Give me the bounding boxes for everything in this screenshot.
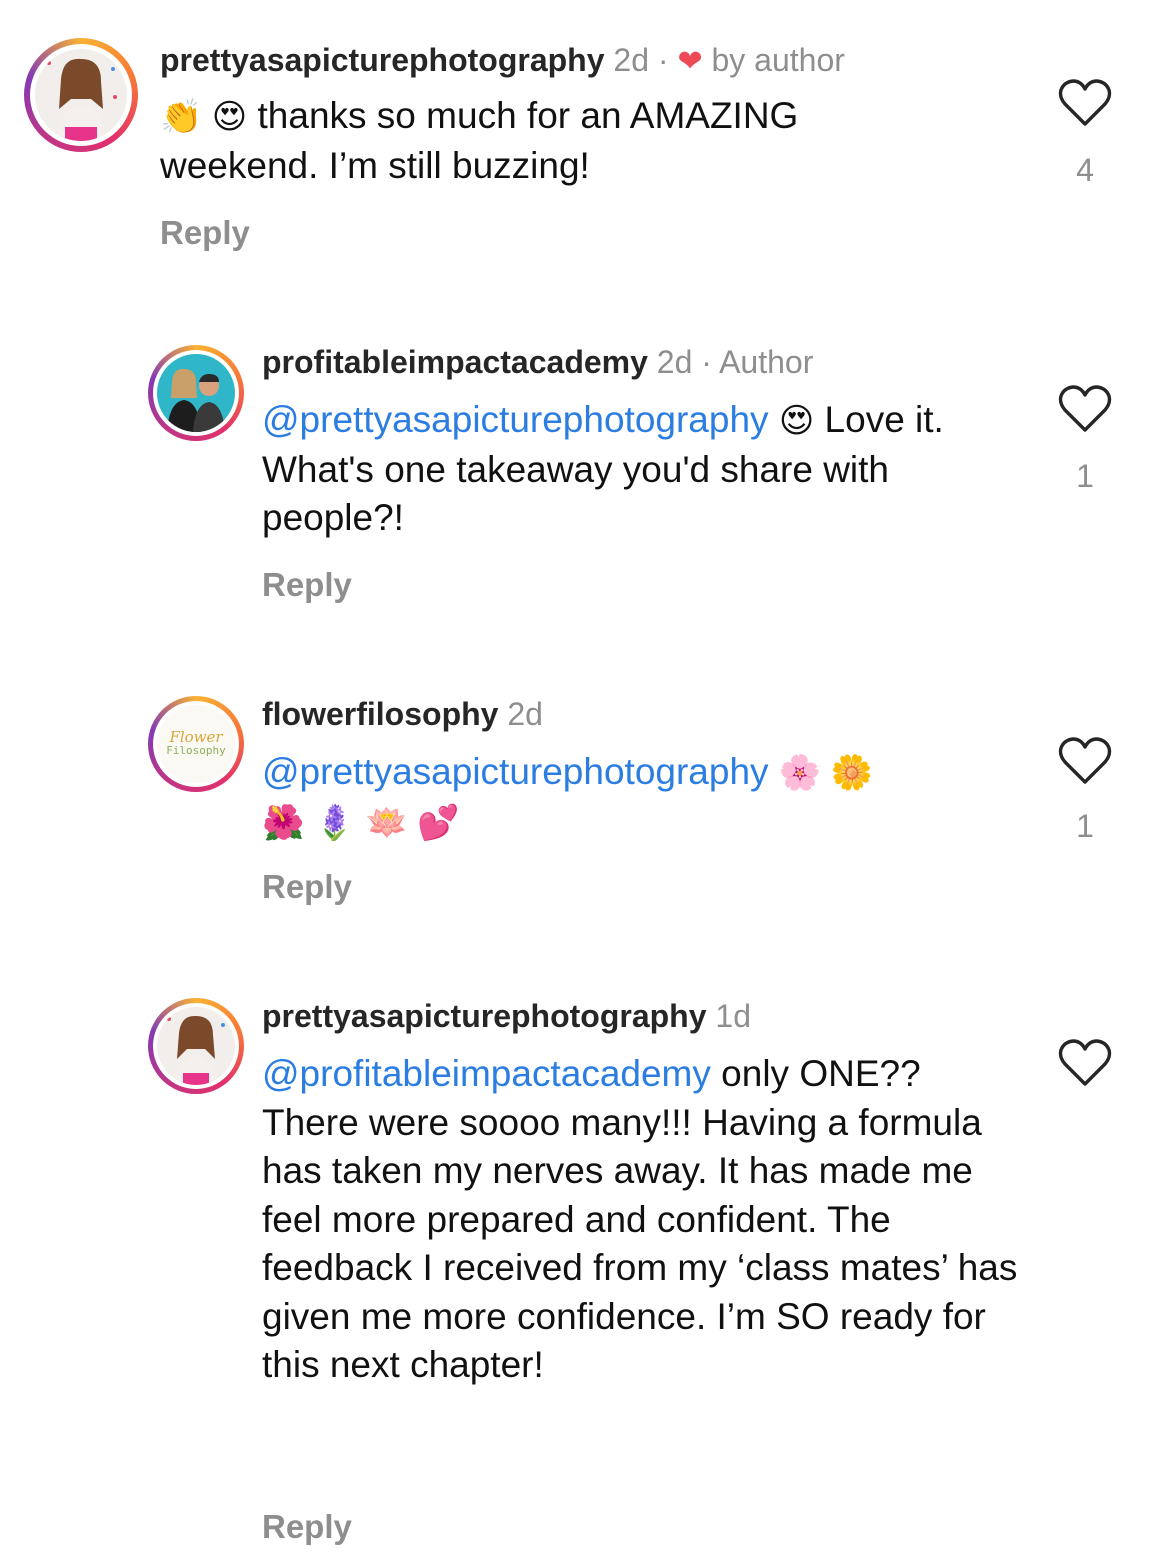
comment-header: prettyasapicturephotography 2d · ❤ by au…	[160, 40, 845, 82]
like-heart-icon[interactable]	[1058, 1038, 1112, 1088]
comment-header: profitableimpactacademy 2d · Author	[262, 342, 813, 382]
reply-button[interactable]: Reply	[262, 1508, 352, 1546]
reply-button[interactable]: Reply	[160, 214, 250, 252]
timestamp: 1d	[715, 998, 751, 1034]
avatar-photo	[35, 49, 127, 141]
mention-link[interactable]: @profitableimpactacademy	[262, 1053, 711, 1094]
username[interactable]: prettyasapicturephotography	[160, 42, 605, 78]
mention-link[interactable]: @prettyasapicturephotography	[262, 751, 769, 792]
timestamp: 2d	[613, 42, 649, 78]
like-heart-icon[interactable]	[1058, 736, 1112, 786]
like-heart-icon[interactable]	[1058, 384, 1112, 434]
username[interactable]: profitableimpactacademy	[262, 344, 648, 380]
like-count: 1	[1076, 808, 1094, 844]
emoji: 😍	[778, 402, 815, 440]
comment-header: flowerfilosophy 2d	[262, 694, 543, 734]
comment-text: @profitableimpactacademy only ONE?? Ther…	[262, 1050, 1022, 1390]
username[interactable]: prettyasapicturephotography	[262, 998, 707, 1034]
username[interactable]: flowerfilosophy	[262, 696, 498, 732]
avatar-photo	[157, 1007, 235, 1085]
like-count: 1	[1076, 458, 1094, 494]
reply-button[interactable]: Reply	[262, 566, 352, 604]
avatar[interactable]	[148, 345, 244, 441]
mention-link[interactable]: @prettyasapicturephotography	[262, 399, 769, 440]
flower-filosophy-logo: Flower Filosophy	[157, 705, 235, 783]
comment-text: @prettyasapicturephotography 😍 Love it. …	[262, 396, 982, 543]
avatar[interactable]	[24, 38, 138, 152]
avatar-photo	[157, 354, 235, 432]
avatar[interactable]: Flower Filosophy	[148, 696, 244, 792]
comment-body: ONE?? There were soooo many!!! Having a …	[262, 1053, 1018, 1385]
like-heart-icon[interactable]	[1058, 78, 1112, 128]
separator: ·	[657, 42, 669, 78]
comment-text: 👏 😍 thanks so much for an AMAZING weeken…	[160, 92, 960, 190]
comment-header: prettyasapicturephotography 1d	[262, 996, 751, 1036]
emoji-line-1: 🌸 🌼	[778, 754, 873, 792]
liked-by-author-label: by author	[711, 42, 845, 78]
like-count: 4	[1076, 152, 1094, 188]
avatar[interactable]	[148, 998, 244, 1094]
heart-filled-icon: ❤	[677, 45, 703, 78]
comment-body-first: only	[721, 1053, 790, 1094]
reply-button[interactable]: Reply	[262, 868, 352, 906]
timestamp: 2d	[656, 344, 693, 380]
comment-body: thanks so much for an AMAZING weekend. I…	[160, 95, 799, 186]
comment-text: @prettyasapicturephotography 🌸 🌼 🌺 🪻 🪷 💕	[262, 748, 1022, 847]
author-label: Author	[719, 344, 814, 380]
separator: ·	[701, 344, 712, 380]
timestamp: 2d	[507, 696, 543, 732]
emoji-line-2: 🌺 🪻 🪷 💕	[262, 803, 460, 842]
emoji-prefix: 👏 😍	[160, 98, 248, 136]
